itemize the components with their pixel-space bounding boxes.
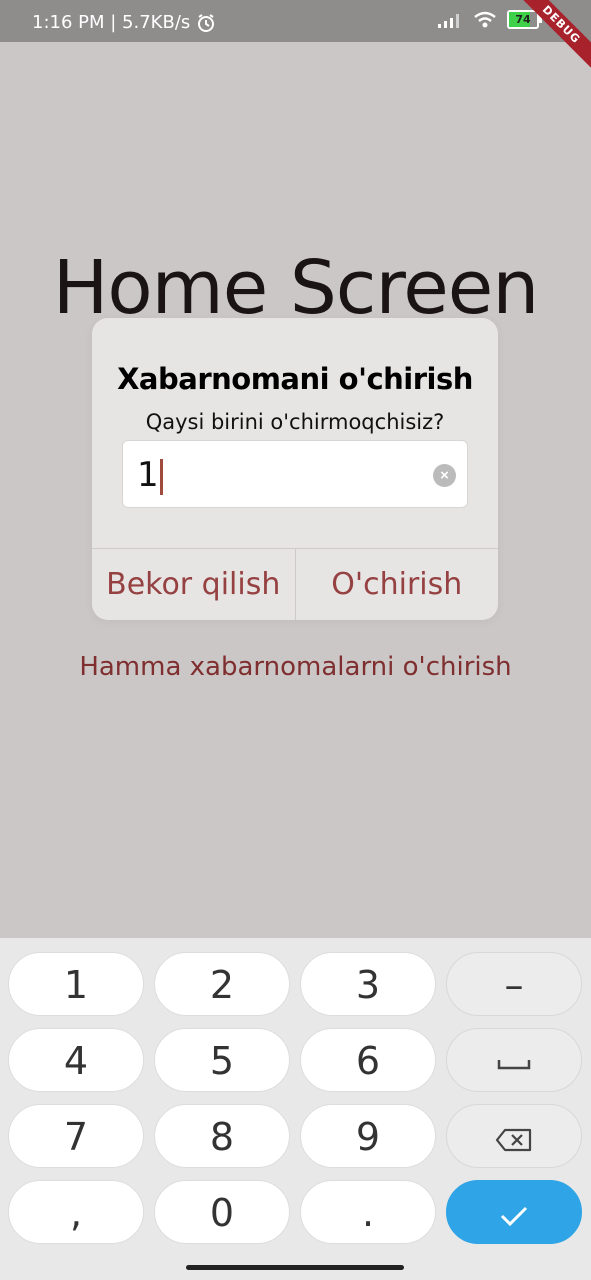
key-9[interactable]: 9 (300, 1104, 436, 1168)
space-icon (497, 1059, 531, 1069)
status-time-speed: 1:16 PM | 5.7KB/s (32, 12, 191, 33)
wifi-icon (474, 11, 496, 27)
notification-number-input[interactable]: 1 × (122, 440, 468, 508)
key-period[interactable]: . (300, 1180, 436, 1244)
key-0[interactable]: 0 (154, 1180, 290, 1244)
home-indicator[interactable] (186, 1265, 404, 1270)
dialog-actions: Bekor qilish O'chirish (92, 548, 498, 620)
key-6[interactable]: 6 (300, 1028, 436, 1092)
key-space[interactable] (446, 1028, 582, 1092)
key-1[interactable]: 1 (8, 952, 144, 1016)
numeric-keyboard: 1 2 3 – 4 5 6 7 8 9 , 0 . (0, 938, 591, 1280)
key-8[interactable]: 8 (154, 1104, 290, 1168)
delete-all-button[interactable]: Hamma xabarnomalarni o'chirish (0, 652, 591, 682)
dialog-subtitle: Qaysi birini o'chirmoqchisiz? (145, 410, 445, 434)
key-done[interactable] (446, 1180, 582, 1244)
cancel-button[interactable]: Bekor qilish (92, 549, 295, 620)
key-comma[interactable]: , (8, 1180, 144, 1244)
dialog-title: Xabarnomani o'chirish (117, 362, 473, 396)
check-icon (500, 1206, 528, 1226)
key-2[interactable]: 2 (154, 952, 290, 1016)
key-minus[interactable]: – (446, 952, 582, 1016)
debug-banner-label: DEBUG (512, 0, 591, 74)
key-5[interactable]: 5 (154, 1028, 290, 1092)
signal-icon (438, 13, 459, 28)
key-3[interactable]: 3 (300, 952, 436, 1016)
key-4[interactable]: 4 (8, 1028, 144, 1092)
text-caret (159, 458, 163, 495)
status-left: 1:16 PM | 5.7KB/s (32, 12, 216, 33)
alarm-icon (198, 13, 215, 32)
clear-icon[interactable]: × (433, 464, 456, 487)
delete-notification-dialog: Xabarnomani o'chirish Qaysi birini o'chi… (92, 318, 498, 620)
delete-button[interactable]: O'chirish (294, 549, 499, 620)
backspace-icon (495, 1128, 532, 1151)
key-backspace[interactable] (446, 1104, 582, 1168)
battery-level: 74 (515, 13, 531, 26)
input-value: 1 (137, 455, 159, 495)
key-7[interactable]: 7 (8, 1104, 144, 1168)
